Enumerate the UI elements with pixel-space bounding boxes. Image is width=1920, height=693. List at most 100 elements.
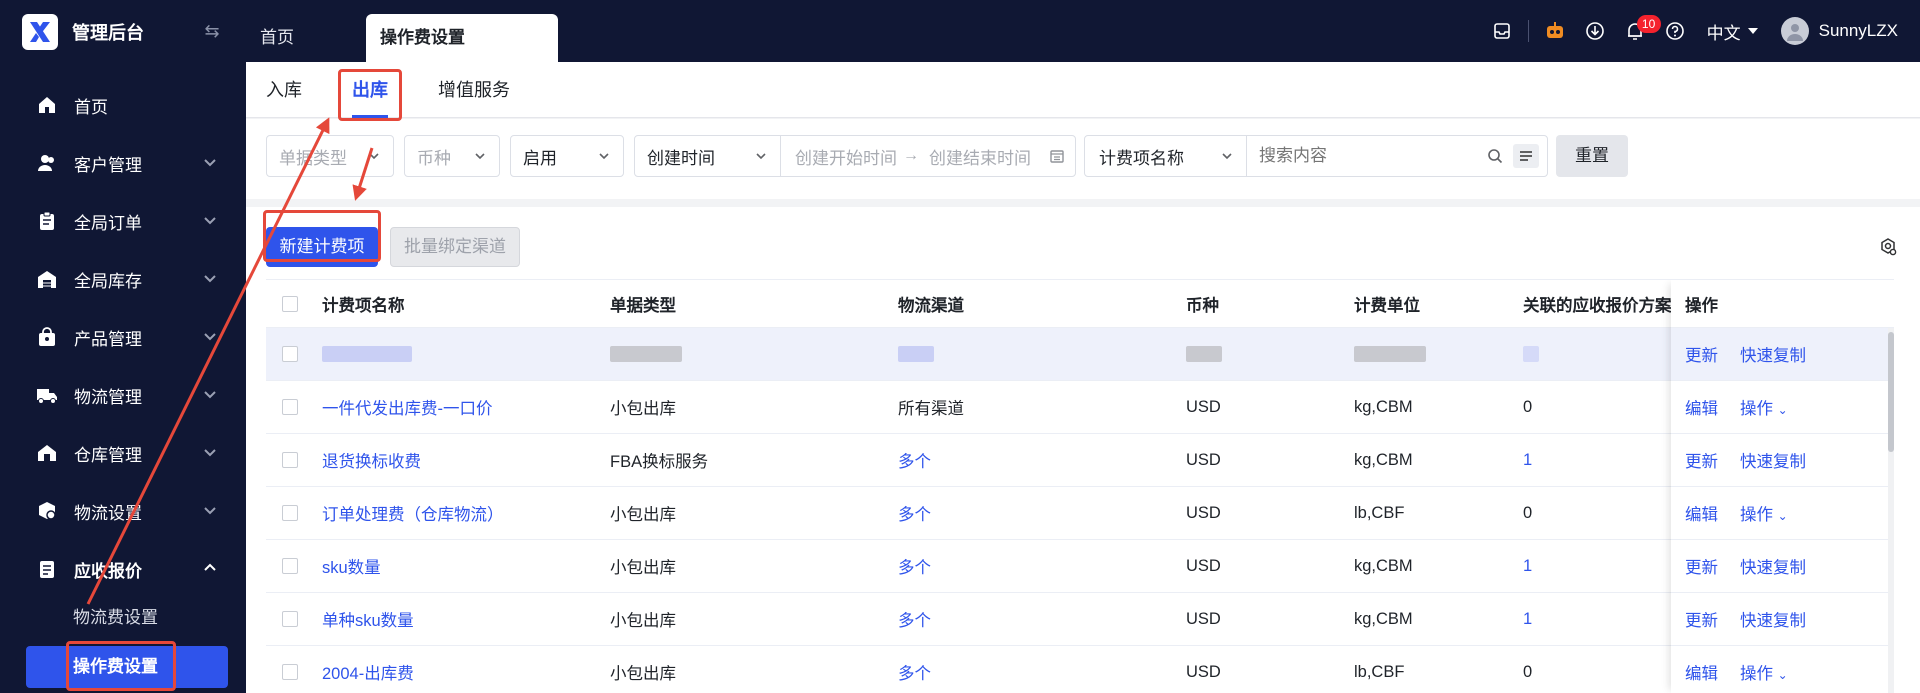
end-date-input[interactable]: 创建结束时间 xyxy=(929,144,1031,169)
row-plans-link[interactable]: 1 xyxy=(1523,434,1532,486)
sidebar-item-orders[interactable]: 全局订单 xyxy=(0,192,246,250)
table-row[interactable]: 退货换标收费 FBA换标服务 多个 USD kg,CBM 1 0 xyxy=(266,434,1894,487)
quick-copy-link[interactable]: 快速复制 xyxy=(1740,342,1806,366)
sidebar-subitem-logistics-fee[interactable]: 物流费设置 xyxy=(0,598,246,638)
col-linked-plans[interactable]: 关联的应收报价方案 xyxy=(1523,280,1672,327)
row-checkbox[interactable] xyxy=(282,328,298,380)
row-name-link[interactable]: 订单处理费（仓库物流） xyxy=(322,487,504,539)
sidebar-item-warehouse[interactable]: 仓库管理 xyxy=(0,424,246,482)
search-icon[interactable] xyxy=(1487,148,1503,164)
row-channel-link[interactable]: 多个 xyxy=(898,434,931,486)
arrow-right-icon: → xyxy=(903,147,919,164)
row-channel-link[interactable]: 多个 xyxy=(898,540,931,592)
sidebar-item-home[interactable]: 首页 xyxy=(0,76,246,134)
search-input[interactable] xyxy=(1259,144,1479,168)
subtab-inbound[interactable]: 入库 xyxy=(266,62,302,118)
sidebar-item-label: 客户管理 xyxy=(74,155,142,175)
currency-select[interactable]: 币种 xyxy=(404,135,500,177)
more-actions-dropdown[interactable]: 操作 ⌄ xyxy=(1740,501,1788,525)
update-link[interactable]: 更新 xyxy=(1685,342,1718,366)
tab-home[interactable]: 首页 xyxy=(246,14,308,62)
row-channel-link[interactable]: 多个 xyxy=(898,593,931,645)
main-content: 入库 出库 增值服务 单据类型 币种 启用 创建时间 创建开始时间 → 创建结束… xyxy=(246,62,1920,693)
quick-copy-link[interactable]: 快速复制 xyxy=(1740,607,1806,631)
sidebar-item-customers[interactable]: 客户管理 xyxy=(0,134,246,192)
table-row[interactable]: 一件代发出库费-一口价 小包出库 所有渠道 USD kg,CBM 0 0 xyxy=(266,381,1894,434)
redacted-channel xyxy=(898,328,934,380)
avatar[interactable] xyxy=(1780,17,1809,45)
sidebar-item-inventory[interactable]: 全局库存 xyxy=(0,250,246,308)
help-icon[interactable] xyxy=(1655,11,1695,51)
table-row[interactable]: 2004-出库费 小包出库 多个 USD lb,CBF 0 0 xyxy=(266,646,1894,693)
doc-type-select[interactable]: 单据类型 xyxy=(266,135,394,177)
username[interactable]: SunnyLZX xyxy=(1819,21,1898,41)
collapse-sidebar-icon[interactable]: ⇆ xyxy=(200,20,224,42)
redacted-unit xyxy=(1354,328,1426,380)
redacted-name xyxy=(322,328,412,380)
date-field-select[interactable]: 创建时间 xyxy=(635,136,781,176)
row-name-link[interactable]: sku数量 xyxy=(322,540,381,592)
row-checkbox[interactable] xyxy=(282,381,298,433)
row-plans-link[interactable]: 1 xyxy=(1523,540,1532,592)
row-doc-type: 小包出库 xyxy=(610,559,676,577)
sidebar-item-logistics[interactable]: 物流管理 xyxy=(0,366,246,424)
row-name-link[interactable]: 退货换标收费 xyxy=(322,434,421,486)
sidebar-item-products[interactable]: 产品管理 xyxy=(0,308,246,366)
sidebar: 首页 客户管理 全局订单 全局库存 产品管理 物流管理 仓库管理 物流设置 应收… xyxy=(0,62,246,693)
row-checkbox[interactable] xyxy=(282,593,298,645)
more-actions-dropdown[interactable]: 操作 ⌄ xyxy=(1740,660,1788,684)
table-row[interactable]: 0 xyxy=(266,328,1894,381)
row-plans: 0 xyxy=(1523,662,1533,681)
edit-link[interactable]: 编辑 xyxy=(1685,501,1718,525)
update-link[interactable]: 更新 xyxy=(1685,448,1718,472)
table-row[interactable]: 单种sku数量 小包出库 多个 USD kg,CBM 1 0 xyxy=(266,593,1894,646)
brand[interactable]: 管理后台 xyxy=(22,14,144,50)
row-name-link[interactable]: 一件代发出库费-一口价 xyxy=(322,381,493,433)
edit-link[interactable]: 编辑 xyxy=(1685,395,1718,419)
row-plans-link[interactable]: 1 xyxy=(1523,593,1532,645)
row-channel-link[interactable]: 多个 xyxy=(898,646,931,693)
calendar-icon[interactable] xyxy=(1049,148,1065,164)
row-channel-link[interactable]: 多个 xyxy=(898,487,931,539)
sidebar-item-logistics-settings[interactable]: 物流设置 xyxy=(0,482,246,540)
chevron-down-icon xyxy=(204,333,216,341)
row-checkbox[interactable] xyxy=(282,434,298,486)
more-actions-dropdown[interactable]: 操作 ⌄ xyxy=(1740,395,1788,419)
status-select[interactable]: 启用 xyxy=(510,135,624,177)
row-checkbox[interactable] xyxy=(282,487,298,539)
tab-operation-fee[interactable]: 操作费设置 xyxy=(366,14,558,62)
col-currency[interactable]: 币种 xyxy=(1186,280,1219,327)
select-all-checkbox[interactable] xyxy=(282,280,298,327)
language-select[interactable]: 中文 xyxy=(1707,19,1759,44)
download-icon[interactable] xyxy=(1575,11,1615,51)
sidebar-item-label: 物流管理 xyxy=(74,387,142,407)
edit-link[interactable]: 编辑 xyxy=(1685,660,1718,684)
row-doc-type: 小包出库 xyxy=(610,400,676,418)
update-link[interactable]: 更新 xyxy=(1685,607,1718,631)
reset-button[interactable]: 重置 xyxy=(1556,135,1628,177)
sidebar-item-receivable-quotes[interactable]: 应收报价 xyxy=(0,540,246,598)
col-channel[interactable]: 物流渠道 xyxy=(898,280,964,327)
advanced-filter-icon[interactable] xyxy=(1513,144,1539,168)
table-row[interactable]: 订单处理费（仓库物流） 小包出库 多个 USD lb,CBF 0 0 xyxy=(266,487,1894,540)
message-icon[interactable] xyxy=(1482,11,1522,51)
start-date-input[interactable]: 创建开始时间 xyxy=(795,144,897,169)
col-unit[interactable]: 计费单位 xyxy=(1354,280,1420,327)
batch-bind-channel-button[interactable]: 批量绑定渠道 xyxy=(390,227,520,267)
table-row[interactable]: sku数量 小包出库 多个 USD kg,CBM 1 0 xyxy=(266,540,1894,593)
subtab-value-added[interactable]: 增值服务 xyxy=(438,62,510,118)
bell-icon[interactable]: 10 xyxy=(1615,11,1661,51)
col-name[interactable]: 计费项名称 xyxy=(322,280,405,327)
search-field-select[interactable]: 计费项名称 xyxy=(1085,136,1247,176)
vertical-scrollbar[interactable] xyxy=(1888,328,1894,693)
col-doc-type[interactable]: 单据类型 xyxy=(610,280,676,327)
quick-copy-link[interactable]: 快速复制 xyxy=(1740,554,1806,578)
row-name-link[interactable]: 2004-出库费 xyxy=(322,646,414,693)
update-link[interactable]: 更新 xyxy=(1685,554,1718,578)
row-checkbox[interactable] xyxy=(282,646,298,693)
quick-copy-link[interactable]: 快速复制 xyxy=(1740,448,1806,472)
column-settings-icon[interactable] xyxy=(1878,237,1898,257)
row-checkbox[interactable] xyxy=(282,540,298,592)
row-name-link[interactable]: 单种sku数量 xyxy=(322,593,414,645)
robot-icon[interactable] xyxy=(1535,11,1575,51)
